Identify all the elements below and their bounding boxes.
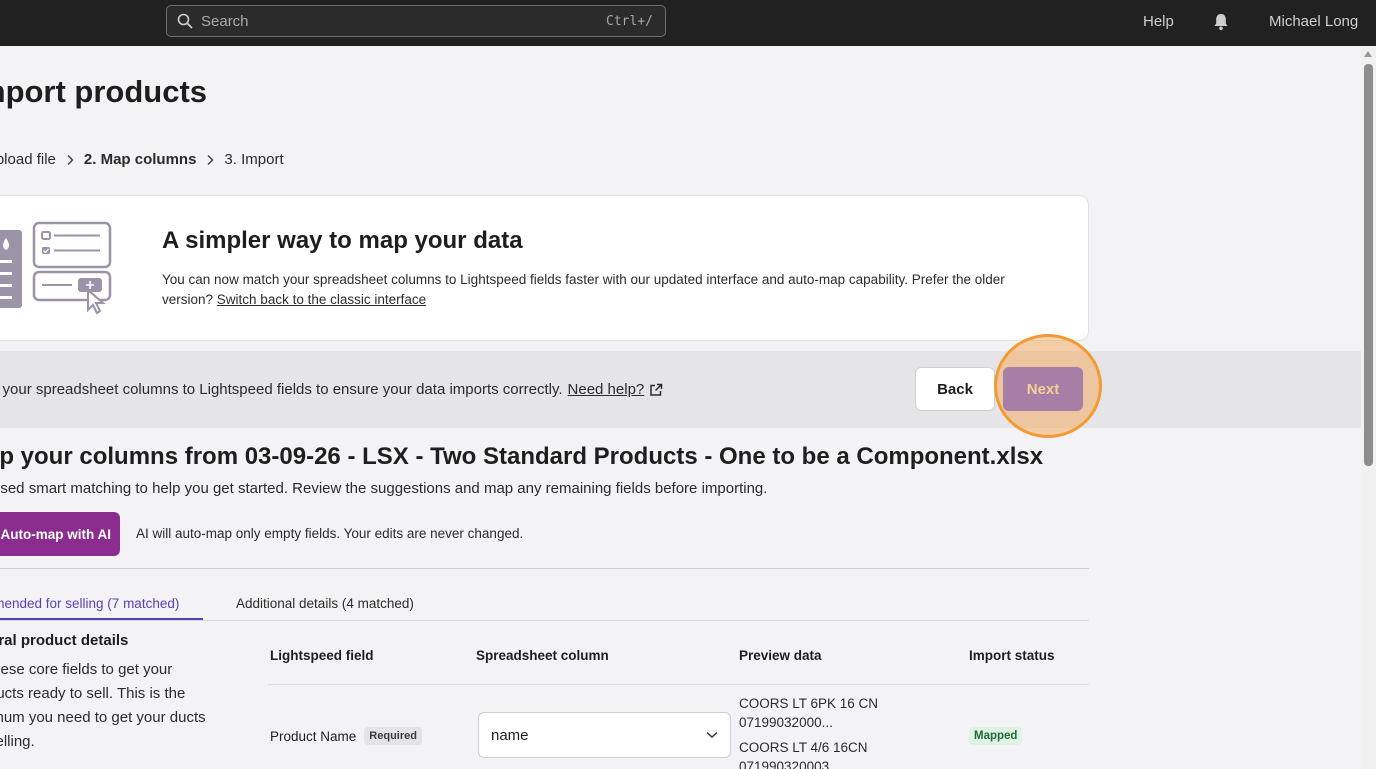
card-text: You can now match your spreadsheet colum… [162,270,1042,310]
help-link[interactable]: Help [1143,13,1174,30]
search-placeholder: Search [201,12,249,30]
top-bar: Search Ctrl+/ Help Michael Long [0,0,1376,46]
tab-recommended[interactable]: mmended for selling (7 matched) [0,596,179,611]
next-button[interactable]: Next [1003,367,1083,411]
chevron-right-icon [207,154,214,165]
scroll-up-arrow[interactable] [1364,51,1372,57]
back-button[interactable]: Back [915,367,995,411]
breadcrumb-upload-file[interactable]: Upload file [0,151,56,168]
scroll-thumb[interactable] [1364,64,1373,466]
info-card [0,195,1089,341]
ai-note: AI will auto-map only empty fields. Your… [136,526,524,541]
header-preview-data: Preview data [739,648,822,663]
chevron-right-icon [67,154,74,165]
band-instructions: p your spreadsheet columns to Lightspeed… [0,381,663,398]
need-help-link[interactable]: Need help? [568,381,645,398]
section-description: these core fields to get your ducts read… [0,661,206,750]
scrollbar[interactable] [1361,46,1376,769]
section-title: eral product details [0,632,129,649]
mapping-illustration-icon [0,221,112,315]
table-header-divider [268,684,1089,685]
user-menu[interactable]: Michael Long [1269,13,1358,30]
auto-map-ai-button[interactable]: Auto-map with AI [0,512,120,556]
preview-data: COORS LT 6PK 16 CN 07199032000... COORS … [739,694,939,769]
search-input[interactable]: Search Ctrl+/ [166,5,666,37]
spreadsheet-column-select[interactable]: name [478,712,731,758]
active-tab-indicator [0,618,203,620]
map-subtitle: used smart matching to help you get star… [0,480,768,497]
breadcrumb-import: 3. Import [224,151,284,168]
divider [0,568,1089,569]
field-label: Product Name [270,728,357,744]
preview-line: COORS LT 6PK 16 CN [739,696,879,711]
field-product-name: Product Name Required [270,727,422,745]
header-import-status: Import status [969,648,1055,663]
preview-line: COORS LT 4/6 16CN [739,740,868,755]
tab-additional-details[interactable]: Additional details (4 matched) [236,596,414,611]
preview-line: 07199032000... [739,715,833,730]
bell-icon[interactable] [1213,13,1229,31]
search-shortcut: Ctrl+/ [606,13,653,29]
band-text: p your spreadsheet columns to Lightspeed… [0,381,563,398]
select-value: name [491,726,529,744]
map-columns-title: ap your columns from 03-09-26 - LSX - Tw… [0,443,1044,470]
external-link-icon [650,383,663,396]
tabs-baseline [0,620,1089,621]
breadcrumb-map-columns: 2. Map columns [83,151,197,168]
breadcrumb: Upload file 2. Map columns 3. Import [0,151,284,168]
preview-line: 071990320003 [739,759,830,769]
chevron-down-icon [706,731,718,739]
page-title: mport products [0,74,208,109]
header-lightspeed-field: Lightspeed field [270,648,374,663]
header-spreadsheet-column: Spreadsheet column [476,648,609,663]
status-badge: Mapped [969,727,1023,745]
classic-interface-link[interactable]: Switch back to the classic interface [217,292,426,307]
search-icon [177,13,193,29]
required-badge: Required [364,727,422,745]
card-title: A simpler way to map your data [162,227,523,254]
